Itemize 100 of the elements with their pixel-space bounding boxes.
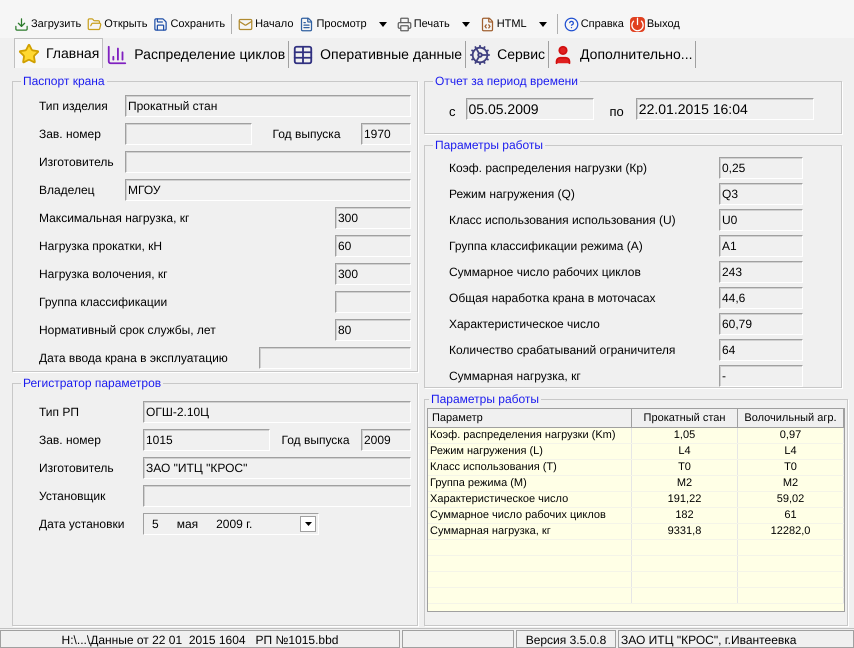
date-picker[interactable]: 5 мая 2009 г. [143,513,319,535]
field-label: Дата установки [39,517,124,531]
toolbar-button[interactable]: HTML [478,13,553,35]
table-cell: Суммарное число рабочих циклов [428,508,632,523]
table-cell: 12282,0 [738,524,844,539]
text-field[interactable]: 300 [335,207,411,229]
table-cell: 59,02 [738,492,844,507]
column-header[interactable]: Волочильный агр. [738,409,844,427]
text-field[interactable]: 60 [335,235,411,257]
text-field[interactable] [259,347,411,369]
table-cell: L4 [632,444,738,459]
table-cell: Режим нагружения (L) [428,444,632,459]
text-field[interactable]: 2009 [361,429,411,451]
field-label: Коэф. распределения нагрузки (Кр) [449,161,648,175]
field-label: Группа классификации [39,295,168,309]
date-field[interactable]: 05.05.2009 [466,98,594,120]
table-cell: T0 [632,460,738,475]
text-field[interactable]: - [719,365,803,387]
field-label: Тип изделия [39,99,108,113]
toolbar-button[interactable]: Загрузить [12,13,84,35]
table-cell: 0,97 [738,428,844,443]
printer-icon [396,16,412,32]
text-field[interactable] [143,485,411,507]
toolbar-button[interactable]: Справка [562,13,626,35]
date-year: 2009 г. [216,516,252,533]
dropdown-button[interactable] [300,516,316,532]
text-field[interactable] [125,123,252,145]
toolbar-button[interactable]: Выход [628,13,682,35]
text-field[interactable]: 0,25 [719,157,803,179]
text-field[interactable]: Прокатный стан [125,95,411,117]
field-label: Год выпуска [272,126,340,143]
field-label: Изготовитель [39,155,114,169]
group-title: Параметры работы [434,137,544,154]
text-field[interactable]: 243 [719,261,803,283]
table-cell: Коэф. распределения нагрузки (Km) [428,428,632,443]
field-label: Дата ввода крана в эксплуатацию [39,351,228,365]
table-icon [292,44,314,66]
folder-icon [87,16,102,32]
document-icon [299,16,314,32]
group-title: Параметры работы [430,391,540,408]
toolbar-button[interactable]: Печать [394,13,476,35]
field-label: Тип РП [39,405,79,419]
field-label: Нагрузка прокатки, кН [39,239,162,253]
column-header[interactable]: Параметр [428,409,632,427]
text-field[interactable]: 44,6 [719,287,803,309]
toolbar-button[interactable]: Открыть [85,13,150,35]
table-cell: 61 [738,508,844,523]
tab[interactable]: Главная [14,38,104,68]
save-icon [153,16,168,32]
date-field[interactable]: 22.01.2015 16:04 [636,98,814,120]
text-field[interactable] [125,151,411,173]
table-cell: 9331,8 [632,524,738,539]
field-label: Характеристическое число [449,317,600,331]
field-label: Год выпуска [282,432,350,449]
field-label: Общая наработка крана в моточасах [449,291,656,305]
text-field[interactable]: 64 [719,339,803,361]
help-icon [564,16,579,32]
table-cell: Характеристическое число [428,492,632,507]
toolbar-button[interactable]: Начало [236,13,296,35]
text-field[interactable]: U0 [719,209,803,231]
column-header[interactable]: Прокатный стан [632,409,738,427]
table-cell: M2 [738,476,844,491]
group-title: Паспорт крана [22,73,106,90]
caret-icon [538,22,547,26]
caret-icon [304,522,312,526]
text-field[interactable]: 300 [335,263,411,285]
toolbar-button[interactable]: Просмотр [297,13,393,35]
field-label: Режим нагружения (Q) [449,187,575,201]
field-label: Класс использования использования (U) [449,213,676,227]
field-label: Владелец [39,183,95,197]
field-label: Суммарная нагрузка, кг [449,369,581,383]
field-label: Установщик [39,489,106,503]
field-label: Количество срабатываний ограничителя [449,343,676,357]
text-field[interactable]: ЗАО "ИТЦ "КРОС" [143,457,411,479]
date-month: мая [176,516,198,533]
text-field[interactable] [335,291,411,313]
table-cell: 1,05 [632,428,738,443]
to-label: по [610,103,624,121]
field-label: Группа классификации режима (А) [449,239,643,253]
star-icon [18,42,40,64]
caret-icon [378,22,387,26]
group-title: Регистратор параметров [22,375,162,392]
table-cell: Суммарная нагрузка, кг [428,524,632,539]
status-panel: H:\...\Данные от 22 01 2015 1604 РП №1015.bbd [0,630,400,648]
text-field[interactable]: ОГШ-2.10Ц [143,401,411,423]
document-icon [480,16,495,32]
toolbar-button[interactable]: Сохранить [151,13,228,35]
text-field[interactable]: 1970 [361,123,411,145]
field-label: Нагрузка волочения, кг [39,267,168,281]
gear-icon [469,44,492,66]
text-field[interactable]: А1 [719,235,803,257]
table-cell: 182 [632,508,738,523]
field-label: Суммарное число рабочих циклов [449,265,641,279]
text-field[interactable]: Q3 [719,183,803,205]
table-cell: M2 [632,476,738,491]
text-field[interactable]: 1015 [143,429,270,451]
text-field[interactable]: 80 [335,319,411,341]
text-field[interactable]: 60,79 [719,313,803,335]
text-field[interactable]: МГОУ [125,179,411,201]
from-label: с [449,103,456,121]
